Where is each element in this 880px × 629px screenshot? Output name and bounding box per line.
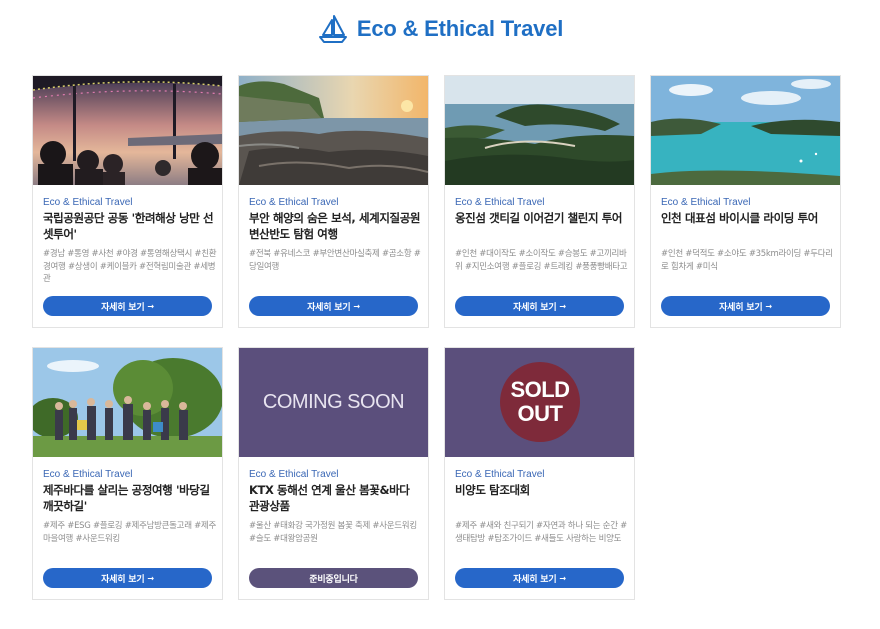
arrow-right-icon: →: [765, 301, 772, 311]
sold-out-line-2: OUT: [517, 401, 563, 426]
card-tags: #인천 #대이작도 #소이작도 #승봉도 #고끼리바위 #지민소여행 #플로깅 …: [455, 249, 628, 272]
card-category: Eco & Ethical Travel: [661, 197, 751, 208]
card-title[interactable]: 제주바다를 살리는 공정여행 '바당길 깨끗하길': [43, 482, 217, 514]
card-title[interactable]: 국립공원공단 공동 '한려해상 낭만 선셋투어': [43, 210, 217, 242]
card-title[interactable]: 부안 해양의 숨은 보석, 세계지질공원 변산반도 탐험 여행: [249, 210, 423, 242]
tour-image-rocky-coast[interactable]: [239, 76, 428, 185]
card-category: Eco & Ethical Travel: [249, 469, 339, 480]
coming-soon-button[interactable]: 준비중입니다: [249, 568, 418, 588]
card-tags: #제주 #ESG #플로깅 #제주남방큰돌고래 #제주마을여행 #사운드워킹: [43, 521, 216, 544]
card-title[interactable]: 비양도 탐조대회: [455, 482, 629, 498]
sold-out-line-1: SOLD: [510, 377, 570, 402]
card-category: Eco & Ethical Travel: [43, 197, 133, 208]
card-title[interactable]: 인천 대표섬 바이시클 라이딩 투어: [661, 210, 835, 226]
card-category: Eco & Ethical Travel: [249, 197, 339, 208]
card-title[interactable]: KTX 동해선 연계 울산 봄꽃&바다 관광상품: [249, 482, 423, 514]
tour-card[interactable]: Eco & Ethical Travel 옹진섬 갯티길 이어걷기 챌린지 투어…: [444, 75, 635, 328]
button-label: 자세히 보기: [101, 574, 145, 585]
view-details-button[interactable]: 자세히 보기 →: [43, 568, 212, 588]
tour-card[interactable]: Eco & Ethical Travel 인천 대표섬 바이시클 라이딩 투어 …: [650, 75, 841, 328]
button-label: 자세히 보기: [513, 574, 557, 585]
tour-image-turquoise-bay[interactable]: [651, 76, 840, 185]
view-details-button[interactable]: 자세히 보기 →: [661, 296, 830, 316]
arrow-right-icon: →: [353, 301, 360, 311]
view-details-button[interactable]: 자세히 보기 →: [43, 296, 212, 316]
page-title: Eco & Ethical Travel: [356, 16, 564, 41]
view-details-button[interactable]: 자세히 보기 →: [455, 296, 624, 316]
tour-card[interactable]: COMING SOON Eco & Ethical Travel KTX 동해선…: [238, 347, 429, 600]
button-label: 준비중입니다: [309, 574, 358, 585]
arrow-right-icon: →: [559, 573, 566, 583]
sold-out-badge: SOLD OUT: [500, 362, 580, 442]
coming-soon-banner: COMING SOON: [239, 348, 428, 457]
card-title[interactable]: 옹진섬 갯티길 이어걷기 챌린지 투어: [455, 210, 629, 226]
tour-image-sunset-boat[interactable]: [33, 76, 222, 185]
card-tags: #제주 #새와 친구되기 #자연과 하나 되는 순간 #생태탐방 #탐조가이드 …: [455, 521, 627, 544]
arrow-right-icon: →: [147, 573, 154, 583]
arrow-right-icon: →: [147, 301, 154, 311]
button-label: 자세히 보기: [719, 302, 763, 313]
tour-card[interactable]: Eco & Ethical Travel 제주바다를 살리는 공정여행 '바당길…: [32, 347, 223, 600]
tour-image-group-tree[interactable]: [33, 348, 222, 457]
card-category: Eco & Ethical Travel: [43, 469, 133, 480]
card-tags: #인천 #덕적도 #소야도 #35km라이딩 #두다리로 힘차게 #미식: [661, 249, 833, 272]
card-category: Eco & Ethical Travel: [455, 197, 545, 208]
tour-card[interactable]: SOLD OUT Eco & Ethical Travel 비양도 탐조대회 #…: [444, 347, 635, 600]
sold-out-banner: SOLD OUT: [445, 348, 634, 457]
tour-card[interactable]: Eco & Ethical Travel 부안 해양의 숨은 보석, 세계지질공…: [238, 75, 429, 328]
card-tags: #경남 #통영 #사천 #야경 #통영해상택시 #친환경여행 #상생이 #케이블…: [43, 249, 217, 284]
arrow-right-icon: →: [559, 301, 566, 311]
button-label: 자세히 보기: [101, 302, 145, 313]
card-category: Eco & Ethical Travel: [455, 469, 545, 480]
card-tags: #전북 #유네스코 #부안변산마실축제 #곰소항 #당일여행: [249, 249, 421, 272]
button-label: 자세히 보기: [513, 302, 557, 313]
view-details-button[interactable]: 자세히 보기 →: [249, 296, 418, 316]
tour-card[interactable]: Eco & Ethical Travel 국립공원공단 공동 '한려해상 낭만 …: [32, 75, 223, 328]
card-tags: #울산 #태화강 국가정원 봄꽃 축제 #사운드워킹 #슬도 #대왕암공원: [249, 521, 417, 544]
tour-image-island-aerial[interactable]: [445, 76, 634, 185]
page-header: Eco & Ethical Travel: [0, 12, 880, 46]
button-label: 자세히 보기: [307, 302, 351, 313]
sailboat-icon: [318, 15, 347, 43]
view-details-button[interactable]: 자세히 보기 →: [455, 568, 624, 588]
